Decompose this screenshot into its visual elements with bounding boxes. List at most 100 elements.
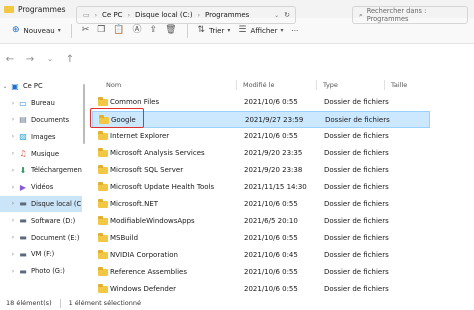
- sidebar-item-photo-g[interactable]: › ▬ Photo (G:): [0, 263, 82, 280]
- copy-button[interactable]: ❐: [93, 22, 109, 40]
- divider[interactable]: [384, 80, 385, 90]
- folder-icon: [98, 97, 108, 106]
- rename-button[interactable]: Ⓐ: [129, 22, 146, 40]
- file-name: Microsoft Analysis Services: [110, 149, 205, 157]
- breadcrumb-folder[interactable]: Programmes: [205, 11, 249, 19]
- address-bar[interactable]: ▭ › Ce PC › Disque local (C:) › Programm…: [76, 6, 296, 24]
- chevron-right-icon[interactable]: ›: [8, 217, 18, 224]
- sidebar-item-label: Téléchargemen: [31, 166, 82, 175]
- forward-button[interactable]: →: [20, 54, 40, 65]
- paste-button[interactable]: 📋: [109, 22, 128, 40]
- file-row[interactable]: Microsoft Update Health Tools 2021/11/15 …: [92, 179, 430, 196]
- delete-button[interactable]: 🗑: [161, 22, 180, 40]
- file-name: Microsoft SQL Server: [110, 166, 184, 174]
- sort-label: Trier: [209, 26, 225, 35]
- plus-icon: ⊕: [12, 25, 20, 35]
- file-type: Dossier de fichiers: [324, 183, 389, 191]
- chevron-down-icon[interactable]: ⌄: [0, 83, 10, 90]
- sidebar-item-label: Ce PC: [23, 82, 43, 91]
- divider[interactable]: [236, 80, 237, 90]
- sidebar-item-label: Software (D:): [31, 216, 76, 225]
- sidebar-item-software-d[interactable]: › ▬ Software (D:): [0, 212, 82, 229]
- search-input[interactable]: ⌕ Rechercher dans : Programmes: [352, 6, 468, 24]
- file-name: NVIDIA Corporation: [110, 251, 178, 259]
- status-bar: 18 élément(s) 1 élément sélectionné: [0, 296, 474, 310]
- chevron-right-icon[interactable]: ›: [8, 167, 18, 174]
- new-button[interactable]: ⊕ Nouveau ▾: [8, 22, 65, 40]
- file-date: 2021/6/5 20:10: [244, 217, 298, 225]
- sidebar-item-document-e[interactable]: › ▬ Document (E:): [0, 229, 82, 246]
- sidebar-item-vm-f[interactable]: › ▬ VM (F:): [0, 246, 82, 263]
- file-row[interactable]: Reference Assemblies 2021/10/6 0:55 Dossie…: [92, 264, 430, 281]
- file-row[interactable]: MSBuild 2021/10/6 0:55 Dossier de fichiers: [92, 230, 430, 247]
- up-button[interactable]: ↑: [60, 54, 80, 65]
- breadcrumb-pc[interactable]: Ce PC: [102, 11, 123, 19]
- share-button[interactable]: ⇪: [146, 22, 162, 40]
- sidebar-item-local-disk-c[interactable]: › ▬ Disque local (C: [0, 195, 82, 213]
- chevron-down-icon[interactable]: ⌄: [274, 12, 279, 19]
- navigation-bar: ← → ⌄ ↑: [0, 44, 474, 74]
- sort-button[interactable]: ⇅ Trier ▾: [194, 22, 235, 40]
- cut-button[interactable]: ✂: [78, 22, 94, 40]
- sidebar-scrollbar[interactable]: [82, 78, 86, 294]
- drive-icon: ▬: [19, 266, 27, 276]
- chevron-right-icon[interactable]: ›: [8, 268, 18, 275]
- file-date: 2021/10/6 0:45: [244, 251, 298, 259]
- folder-icon: ▭: [83, 11, 90, 19]
- file-row[interactable]: ModifiableWindowsApps 2021/6/5 20:10 Dossi…: [92, 213, 430, 230]
- more-button[interactable]: ···: [288, 22, 303, 40]
- file-name: Reference Assemblies: [110, 268, 187, 276]
- back-button[interactable]: ←: [0, 54, 20, 65]
- breadcrumb-drive[interactable]: Disque local (C:): [135, 11, 193, 19]
- file-row[interactable]: Microsoft.NET 2021/10/6 0:55 Dossier de fi…: [92, 196, 430, 213]
- sidebar-item-documents[interactable]: › ▤ Documents: [0, 112, 82, 129]
- file-type: Dossier de fichiers: [324, 251, 389, 259]
- chevron-right-icon[interactable]: ›: [8, 133, 18, 140]
- highlight-box: [90, 108, 144, 128]
- search-placeholder: Rechercher dans : Programmes: [366, 7, 427, 23]
- divider[interactable]: [316, 80, 317, 90]
- videos-icon: ▶: [19, 182, 27, 192]
- sidebar-item-images[interactable]: › ▨ Images: [0, 128, 82, 145]
- file-row[interactable]: Microsoft SQL Server 2021/9/20 23:38 Dossi…: [92, 162, 430, 179]
- chevron-right-icon[interactable]: ›: [8, 150, 18, 157]
- chevron-right-icon[interactable]: ›: [8, 200, 18, 207]
- folder-icon: [98, 284, 108, 293]
- chevron-right-icon[interactable]: ›: [8, 116, 18, 123]
- sidebar-item-desktop[interactable]: › ▭ Bureau: [0, 95, 82, 112]
- file-row[interactable]: NVIDIA Corporation 2021/10/6 0:45 Dossier …: [92, 247, 430, 264]
- documents-icon: ▤: [19, 115, 27, 125]
- file-list: Nom Modifié le Type Taille Common Files 2…: [88, 78, 474, 294]
- drive-icon: ▬: [19, 249, 27, 259]
- sidebar-item-music[interactable]: › ♫ Musique: [0, 145, 82, 162]
- images-icon: ▨: [19, 132, 27, 142]
- chevron-right-icon[interactable]: ›: [8, 100, 18, 107]
- column-header-name[interactable]: Nom: [106, 81, 121, 89]
- recent-dropdown[interactable]: ⌄: [40, 55, 60, 63]
- view-button[interactable]: ☰ Afficher ▾: [234, 22, 287, 40]
- sidebar-item-videos[interactable]: › ▶ Vidéos: [0, 179, 82, 196]
- desktop-icon: ▭: [19, 98, 27, 108]
- chevron-right-icon[interactable]: ›: [8, 234, 18, 241]
- chevron-right-icon[interactable]: ›: [8, 251, 18, 258]
- window-title: Programmes: [18, 4, 66, 14]
- refresh-icon[interactable]: ↻: [284, 11, 290, 19]
- file-date: 2021/10/6 0:55: [244, 268, 298, 276]
- chevron-right-icon[interactable]: ›: [8, 184, 18, 191]
- chevron-down-icon: ▾: [227, 27, 231, 34]
- sidebar-item-label: Vidéos: [31, 183, 54, 192]
- file-date: 2021/10/6 0:55: [244, 200, 298, 208]
- file-name: Internet Explorer: [110, 132, 170, 140]
- sidebar-item-label: Document (E:): [31, 233, 80, 242]
- scrollbar-thumb[interactable]: [83, 84, 85, 144]
- column-header-type[interactable]: Type: [323, 81, 338, 89]
- sidebar-item-label: VM (F:): [31, 250, 55, 259]
- file-type: Dossier de fichiers: [325, 116, 390, 124]
- sidebar-item-downloads[interactable]: › ⬇ Téléchargemen: [0, 162, 82, 179]
- divider: [70, 23, 72, 38]
- file-row[interactable]: Microsoft Analysis Services 2021/9/20 23:…: [92, 145, 430, 162]
- column-header-size[interactable]: Taille: [391, 81, 407, 89]
- sidebar-item-this-pc[interactable]: ⌄ ▣ Ce PC: [0, 78, 82, 95]
- file-row[interactable]: Internet Explorer 2021/10/6 0:55 Dossier d…: [92, 128, 430, 145]
- column-header-modified[interactable]: Modifié le: [243, 81, 274, 89]
